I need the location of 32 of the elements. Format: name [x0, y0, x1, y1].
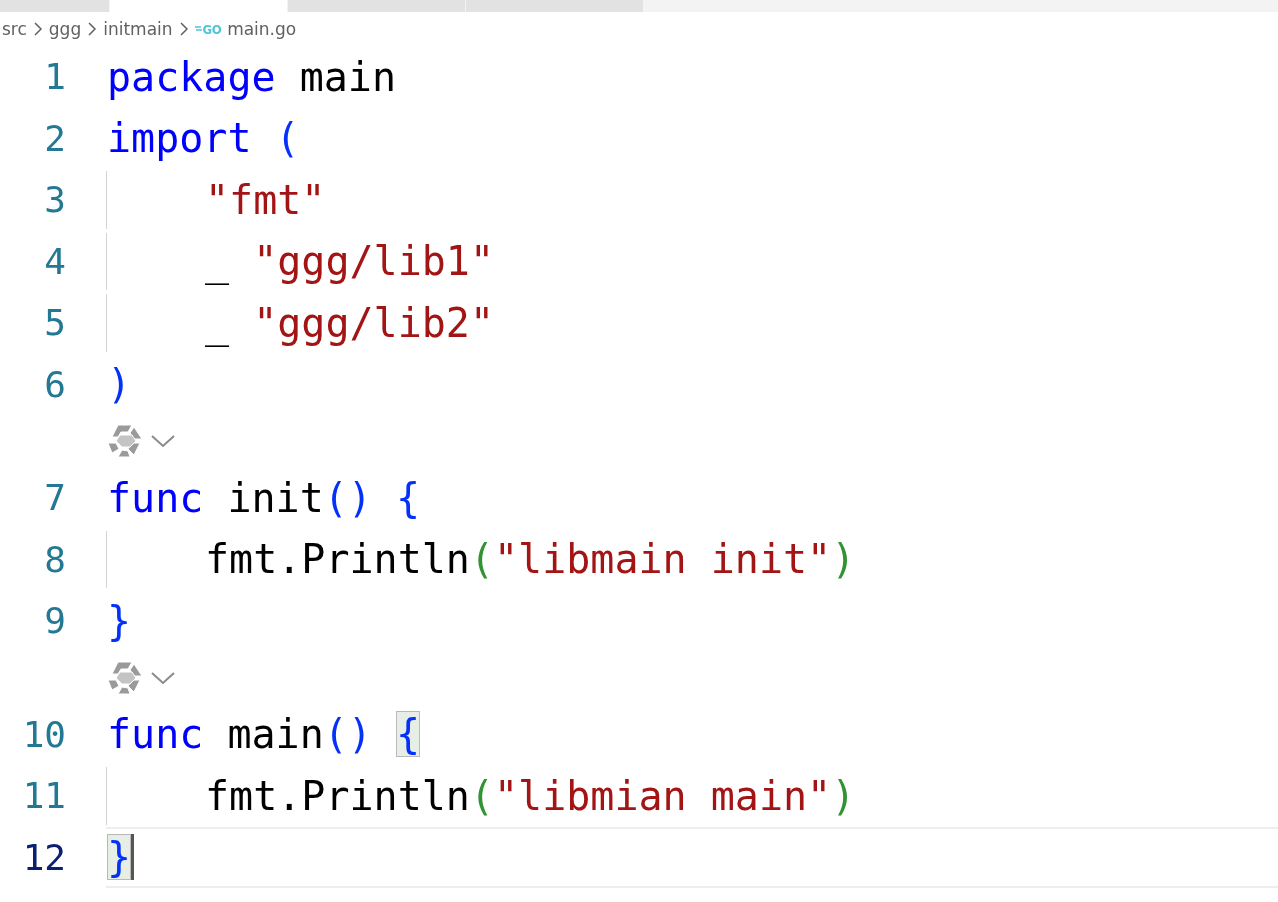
chevron-right-icon: [178, 21, 189, 37]
code-line: func main() {: [106, 710, 421, 760]
line-number: 6: [43, 362, 66, 407]
chevron-down-icon[interactable]: [150, 669, 176, 686]
breadcrumb-item[interactable]: initmain: [103, 19, 173, 39]
line-number: 12: [21, 835, 66, 880]
code-line: ): [106, 360, 132, 410]
line-number: 3: [43, 178, 66, 222]
code-line: _ "ggg/lib1": [106, 232, 494, 290]
chevron-right-icon: [87, 21, 98, 37]
line-number: 10: [21, 712, 66, 757]
chevron-down-icon[interactable]: [150, 433, 176, 449]
code-line: }: [106, 596, 132, 646]
breadcrumb-item[interactable]: ggg: [48, 19, 82, 39]
line-number: 9: [43, 599, 66, 643]
line-number: 7: [43, 476, 66, 520]
breadcrumb-item[interactable]: main.go: [227, 19, 297, 39]
code-line: "fmt": [106, 171, 326, 229]
code-line: import (: [106, 114, 300, 164]
line-number: 2: [43, 116, 66, 161]
line-number: 5: [43, 301, 66, 345]
line-number: 4: [43, 239, 66, 284]
line-number: 8: [43, 537, 66, 582]
chevron-right-icon: [32, 21, 43, 37]
line-number: 1: [43, 55, 66, 99]
code-line: fmt.Println("libmain init"): [106, 530, 856, 588]
code-line: _ "ggg/lib2": [106, 294, 494, 352]
code-line: package main: [106, 52, 396, 102]
breadcrumb-item[interactable]: src: [2, 19, 27, 39]
code-line: fmt.Println("libmian main"): [106, 767, 856, 825]
code-line: func init() {: [106, 473, 421, 523]
line-number: 11: [21, 774, 66, 818]
